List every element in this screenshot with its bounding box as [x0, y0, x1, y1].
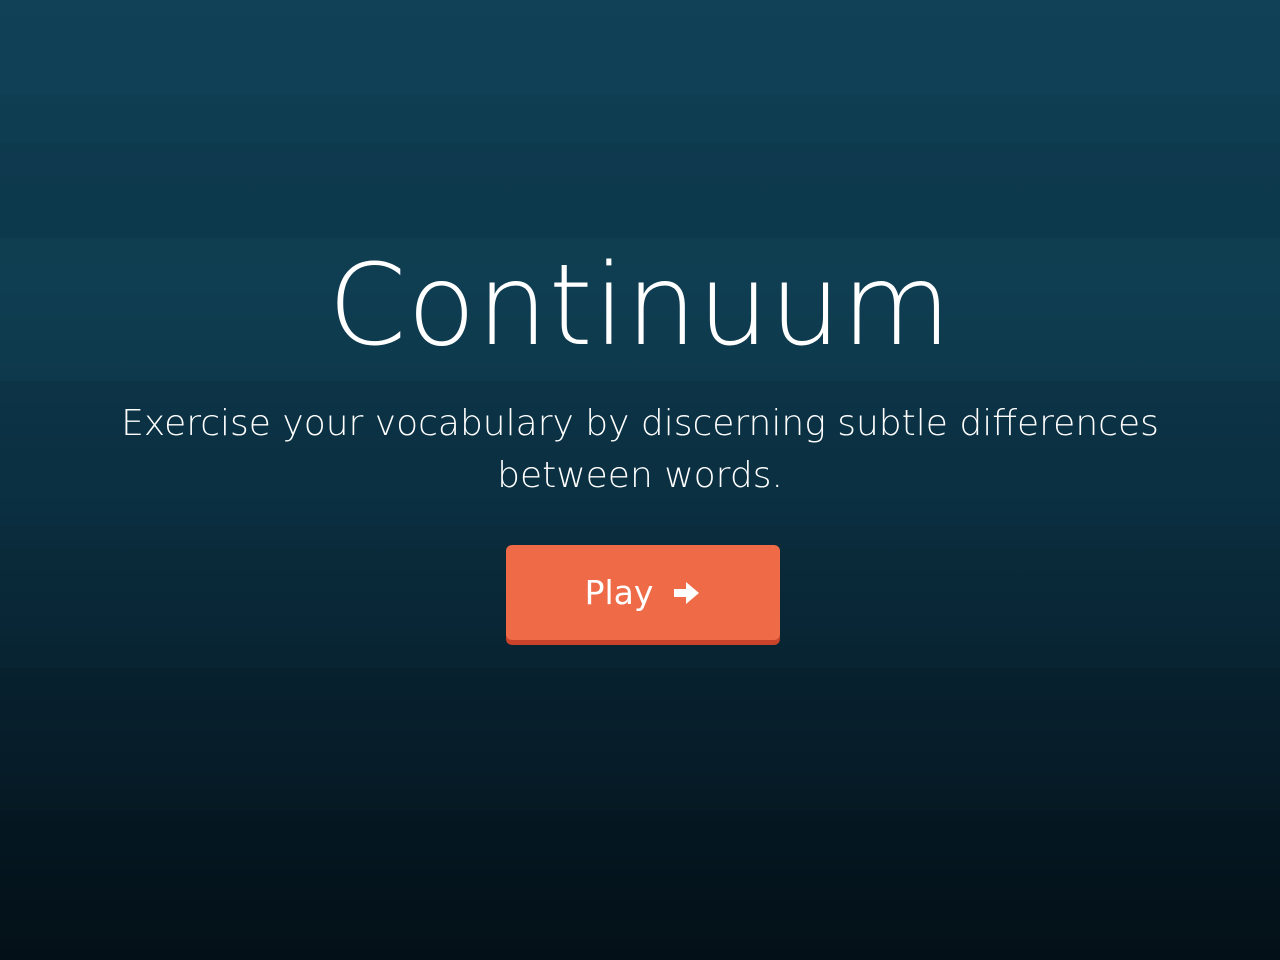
play-button[interactable]: Play: [506, 545, 780, 640]
app-subtitle: Exercise your vocabulary by discerning s…: [121, 403, 1159, 496]
background-band: [0, 668, 1280, 811]
background-band: [0, 811, 1280, 960]
app-title: Continuum: [328, 241, 952, 371]
play-button-label: Play: [584, 573, 654, 612]
arrow-right-icon: [673, 581, 701, 605]
background-band: [0, 95, 1280, 238]
